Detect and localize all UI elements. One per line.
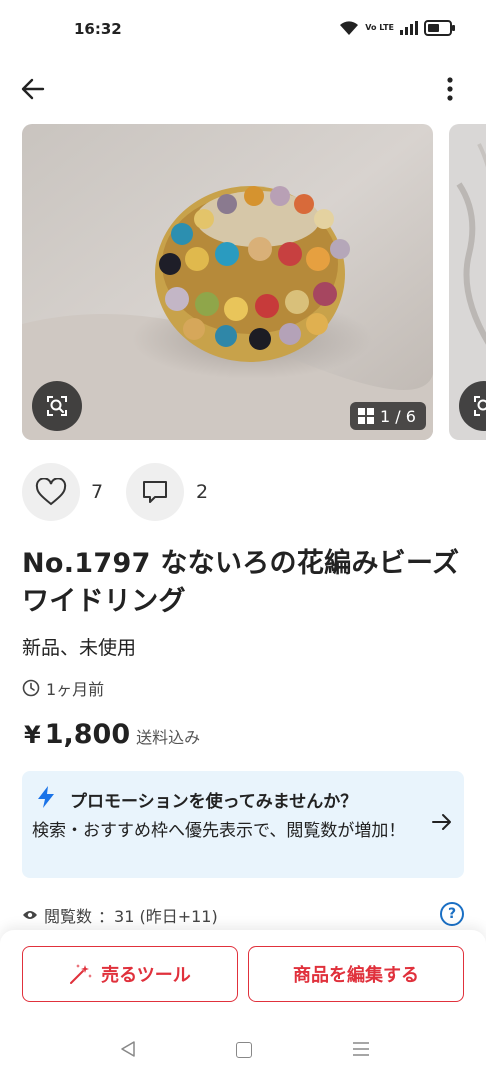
like-button[interactable] (22, 463, 80, 521)
promotion-banner[interactable]: プロモーションを使ってみませんか？ 検索・おすすめ枠へ優先表示で、閲覧数が増加！ (22, 771, 464, 878)
posted-time-text: 1ヶ月前 (46, 680, 105, 699)
shipping-label: 送料込み (136, 728, 201, 747)
clock-icon (22, 679, 40, 697)
photo-counter: 1 / 6 (350, 402, 426, 430)
image-search-button[interactable] (32, 381, 82, 431)
like-count: 7 (91, 481, 104, 503)
nav-recents-icon[interactable] (352, 1040, 370, 1058)
lightning-icon (38, 786, 54, 808)
promotion-body: 検索・おすすめ枠へ優先表示で、閲覧数が増加！ (32, 821, 406, 841)
status-time: 16:32 (74, 20, 122, 38)
help-icon[interactable]: ? (440, 902, 464, 926)
back-button[interactable] (14, 70, 52, 108)
price: ¥ 1,800 送料込み (24, 719, 200, 750)
sell-tool-button[interactable]: 売るツール (22, 946, 238, 1002)
battery-icon (424, 20, 455, 36)
grid-icon (358, 408, 374, 424)
photo-counter-text: 1 / 6 (380, 406, 416, 426)
price-value: 1,800 (44, 719, 131, 750)
nav-home-icon[interactable] (236, 1042, 252, 1058)
volte-icon: Vo LTE (365, 23, 394, 32)
signal-icon (400, 21, 418, 35)
views-value: ：31 (昨日+11) (98, 907, 218, 926)
comment-icon (143, 481, 167, 503)
image-search-icon (47, 396, 67, 416)
promotion-title: プロモーションを使ってみませんか？ (70, 792, 358, 812)
edit-item-label: 商品を編集する (293, 965, 419, 986)
heart-icon (35, 478, 67, 506)
image-search-icon (474, 396, 486, 416)
more-options-button[interactable] (432, 70, 468, 108)
comment-button[interactable] (126, 463, 184, 521)
sparkle-wand-icon (70, 964, 93, 984)
currency-symbol: ¥ (24, 721, 41, 749)
item-condition: 新品、未使用 (22, 637, 137, 659)
arrow-right-icon (432, 814, 451, 830)
views-label: 閲覧数 (44, 907, 93, 926)
edit-item-button[interactable]: 商品を編集する (248, 946, 464, 1002)
status-icons: Vo LTE (339, 20, 455, 36)
eye-icon (23, 911, 37, 919)
product-photo[interactable] (22, 124, 433, 440)
nav-back-icon[interactable] (119, 1040, 137, 1058)
comment-count: 2 (196, 481, 209, 503)
more-vertical-icon (447, 77, 453, 101)
sell-tool-label: 売るツール (101, 965, 191, 986)
wifi-icon (340, 21, 359, 35)
view-count: 閲覧数 ：31 (昨日+11) (22, 903, 218, 927)
product-title: No.1797 なないろの花編みビーズワイドリング (22, 548, 460, 617)
arrow-left-icon (21, 78, 45, 100)
posted-time: 1ヶ月前 (22, 676, 104, 700)
